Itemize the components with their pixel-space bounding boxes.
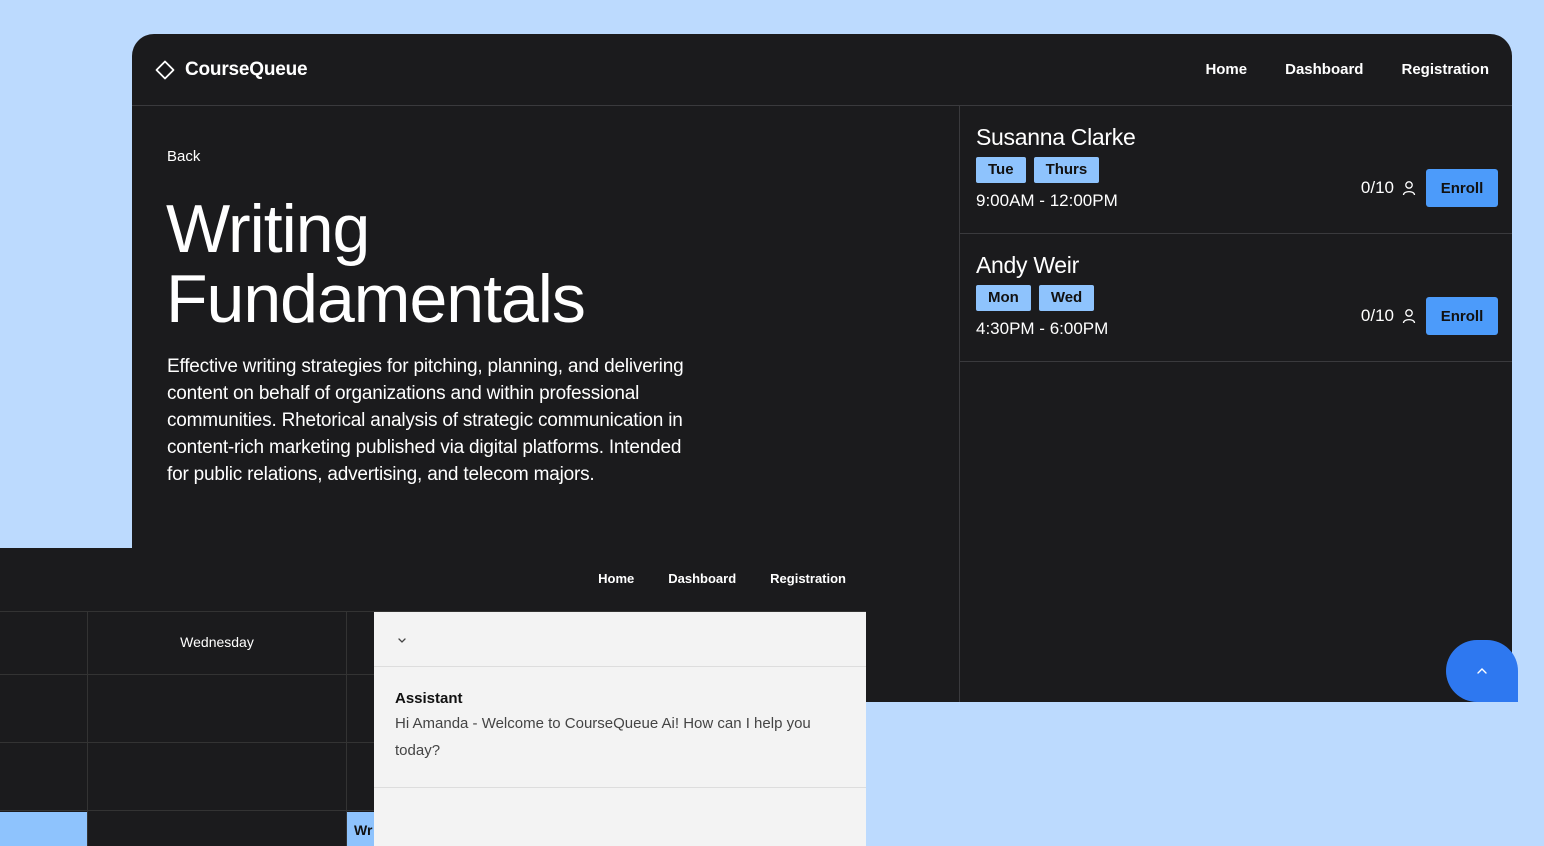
course-description: Effective writing strategies for pitchin…: [167, 356, 684, 485]
calendar-event-label: Wr: [354, 822, 373, 838]
chat-message: Assistant Hi Amanda - Welcome to CourseQ…: [374, 667, 866, 788]
person-icon: [1402, 180, 1416, 196]
scroll-top-button[interactable]: [1446, 640, 1518, 702]
day-chip: Thurs: [1033, 157, 1100, 183]
day-chip: Mon: [976, 285, 1031, 311]
nav-links: Home Dashboard Registration: [1205, 61, 1489, 78]
chat-text: Hi Amanda - Welcome to CourseQueue Ai! H…: [395, 715, 811, 759]
top-nav: CourseQueue Home Dashboard Registration: [132, 34, 1512, 106]
calendar-day-header: Wednesday: [180, 634, 254, 650]
course-title-line2: Fundamentals: [166, 261, 586, 337]
enroll-button[interactable]: Enroll: [1426, 169, 1498, 207]
sections-list: Susanna Clarke Tue Thurs 9:00AM - 12:00P…: [959, 106, 1512, 702]
section-row: Susanna Clarke Tue Thurs 9:00AM - 12:00P…: [960, 106, 1512, 234]
seat-area: 0/10 Enroll: [1361, 169, 1498, 207]
chevron-down-icon[interactable]: [394, 632, 410, 648]
nav-registration[interactable]: Registration: [770, 571, 846, 586]
nav-dashboard[interactable]: Dashboard: [1285, 61, 1363, 78]
seat-area: 0/10 Enroll: [1361, 297, 1498, 335]
person-icon: [1402, 308, 1416, 324]
nav-home[interactable]: Home: [598, 571, 634, 586]
second-window: Home Dashboard Registration Wednesday Wr…: [0, 548, 866, 846]
section-row: Andy Weir Mon Wed 4:30PM - 6:00PM 0/10 E…: [960, 234, 1512, 362]
enroll-button[interactable]: Enroll: [1426, 297, 1498, 335]
back-link[interactable]: Back: [167, 148, 200, 165]
calendar-event[interactable]: Wr: [347, 812, 374, 846]
calendar-divider: [0, 674, 374, 675]
day-chip: Wed: [1038, 285, 1095, 311]
nav-home[interactable]: Home: [1205, 61, 1247, 78]
calendar-highlight-cell: [0, 812, 87, 846]
second-nav-links: Home Dashboard Registration: [598, 571, 846, 586]
calendar-divider: [0, 810, 374, 811]
seat-count: 0/10: [1360, 178, 1394, 197]
chevron-up-icon: [1476, 662, 1488, 680]
day-chip: Tue: [976, 157, 1026, 183]
seat-count: 0/10: [1360, 306, 1394, 325]
logo-text: CourseQueue: [185, 58, 308, 80]
nav-dashboard[interactable]: Dashboard: [668, 571, 736, 586]
second-top-nav: Home Dashboard Registration: [0, 548, 866, 612]
instructor-name: Andy Weir: [976, 252, 1079, 278]
nav-registration[interactable]: Registration: [1401, 61, 1489, 78]
chat-header: [374, 612, 866, 667]
assistant-chat-panel: Assistant Hi Amanda - Welcome to CourseQ…: [374, 612, 866, 846]
calendar-divider: [0, 742, 374, 743]
diamond-logo-icon: [155, 60, 175, 80]
logo[interactable]: CourseQueue: [155, 58, 308, 81]
chat-role: Assistant: [395, 690, 463, 707]
course-title-line1: Writing: [166, 191, 370, 267]
calendar-grid: Wednesday Wr: [0, 612, 374, 846]
course-title: Writing Fundamentals: [166, 191, 586, 337]
instructor-name: Susanna Clarke: [976, 124, 1136, 150]
